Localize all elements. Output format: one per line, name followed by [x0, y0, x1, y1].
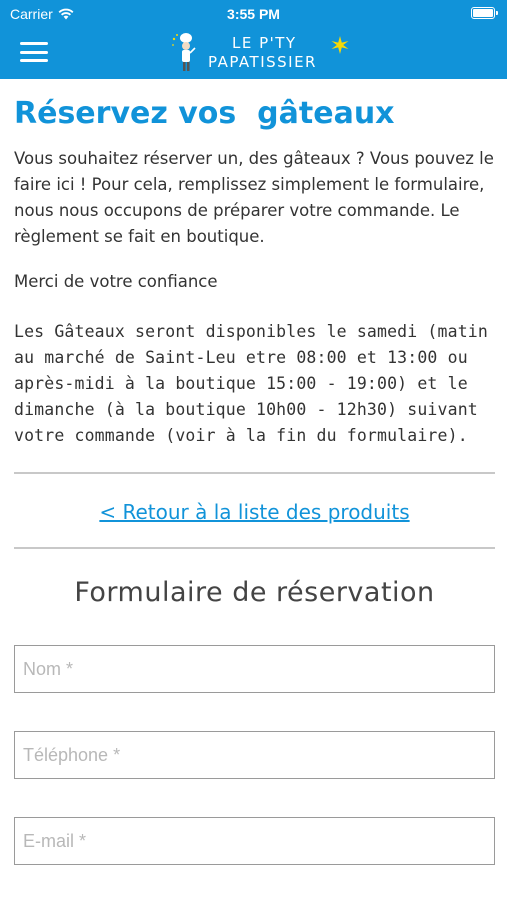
divider: [14, 547, 495, 549]
name-field[interactable]: [14, 645, 495, 693]
logo-text-top: LE P'TY: [232, 34, 297, 52]
clock: 3:55 PM: [227, 6, 280, 22]
chef-mascot-icon: [172, 33, 196, 71]
divider: [14, 472, 495, 474]
main-content: Réservez vos gâteaux Vous souhaitez rése…: [14, 79, 495, 865]
brand-logo[interactable]: LE P'TY PAPATISSIER: [170, 31, 350, 75]
logo-text-bottom: PAPATISSIER: [208, 53, 317, 71]
email-field[interactable]: [14, 817, 495, 865]
form-title: Formulaire de réservation: [74, 577, 435, 608]
menu-bar-line: [20, 42, 48, 45]
menu-bar-line: [20, 59, 48, 62]
status-bar: Carrier 3:55 PM: [0, 0, 507, 28]
thanks-paragraph: Merci de votre confiance: [14, 272, 218, 291]
battery-icon: [471, 7, 498, 19]
back-to-products-link[interactable]: < Retour à la liste des produits: [14, 500, 495, 524]
star-icon: [331, 36, 349, 54]
menu-bar-line: [20, 50, 48, 54]
hamburger-menu-button[interactable]: [20, 40, 48, 64]
availability-paragraph: Les Gâteaux seront disponibles le samedi…: [14, 322, 488, 445]
intro-paragraph: Vous souhaitez réserver un, des gâteaux …: [14, 149, 494, 246]
phone-field[interactable]: [14, 731, 495, 779]
nav-bar: LE P'TY PAPATISSIER: [0, 28, 507, 79]
page-title: Réservez vos gâteaux: [14, 96, 395, 131]
